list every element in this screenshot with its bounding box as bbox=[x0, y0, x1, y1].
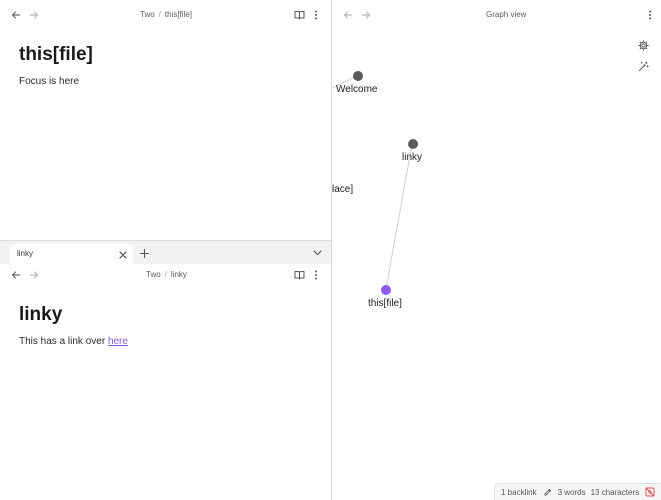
status-bar: 1 backlink 3 words 13 characters bbox=[494, 483, 661, 500]
reading-view-book-icon[interactable] bbox=[292, 8, 306, 21]
note-body[interactable]: This has a link over here bbox=[19, 336, 128, 347]
breadcrumb-separator: / bbox=[158, 10, 161, 19]
graph-node-this-file[interactable] bbox=[381, 285, 391, 295]
graph-node-label: linky bbox=[402, 152, 423, 163]
sync-status-icon[interactable] bbox=[645, 487, 655, 497]
graph-node-label: this[file] bbox=[368, 298, 402, 309]
more-options-icon[interactable] bbox=[311, 8, 321, 21]
backlink-count[interactable]: 1 backlink bbox=[501, 488, 537, 497]
breadcrumb-file[interactable]: linky bbox=[171, 270, 187, 279]
chevron-down-icon[interactable] bbox=[311, 247, 323, 259]
breadcrumb-file[interactable]: this[file] bbox=[165, 10, 192, 19]
forward-arrow-icon[interactable] bbox=[27, 8, 40, 21]
breadcrumb: Two / linky bbox=[146, 264, 187, 285]
bottom-editor-pane: Two / linky linky This has a link over h… bbox=[0, 264, 331, 500]
breadcrumb-folder[interactable]: Two bbox=[140, 10, 155, 19]
graph-node-label: lace] bbox=[332, 184, 354, 195]
graph-node-welcome[interactable] bbox=[353, 71, 363, 81]
new-tab-plus-icon[interactable] bbox=[138, 247, 150, 259]
graph-edge bbox=[385, 143, 413, 290]
tab-label: linky bbox=[17, 249, 34, 258]
more-options-icon[interactable] bbox=[311, 268, 321, 281]
word-count: 3 words bbox=[557, 487, 586, 497]
tab-linky[interactable]: linky bbox=[10, 244, 133, 265]
back-arrow-icon[interactable] bbox=[9, 8, 22, 21]
internal-link[interactable]: here bbox=[108, 336, 128, 347]
tab-strip: linky bbox=[0, 240, 331, 265]
close-icon[interactable] bbox=[117, 249, 128, 260]
forward-arrow-icon[interactable] bbox=[27, 268, 40, 281]
page-title: linky bbox=[19, 304, 63, 325]
back-arrow-icon[interactable] bbox=[9, 268, 22, 281]
top-view-header: Two / this[file] bbox=[0, 0, 331, 29]
character-count: 13 characters bbox=[590, 487, 640, 497]
bottom-view-header: Two / linky bbox=[0, 264, 331, 293]
graph-view-pane: Graph view Welcome linky lace] this[file… bbox=[332, 0, 661, 500]
body-text: This has a link over bbox=[19, 336, 108, 347]
breadcrumb-separator: / bbox=[164, 270, 167, 279]
note-body[interactable]: Focus is here bbox=[19, 76, 79, 87]
graph-node-label: Welcome bbox=[336, 84, 378, 95]
edit-pencil-icon[interactable] bbox=[543, 488, 552, 497]
graph-canvas[interactable] bbox=[332, 0, 661, 500]
page-title: this[file] bbox=[19, 44, 93, 65]
breadcrumb: Two / this[file] bbox=[140, 0, 192, 29]
breadcrumb-folder[interactable]: Two bbox=[146, 270, 161, 279]
top-editor-pane: Two / this[file] this[file] Focus is her… bbox=[0, 0, 331, 240]
graph-node-linky[interactable] bbox=[408, 139, 418, 149]
reading-view-book-icon[interactable] bbox=[292, 268, 306, 281]
